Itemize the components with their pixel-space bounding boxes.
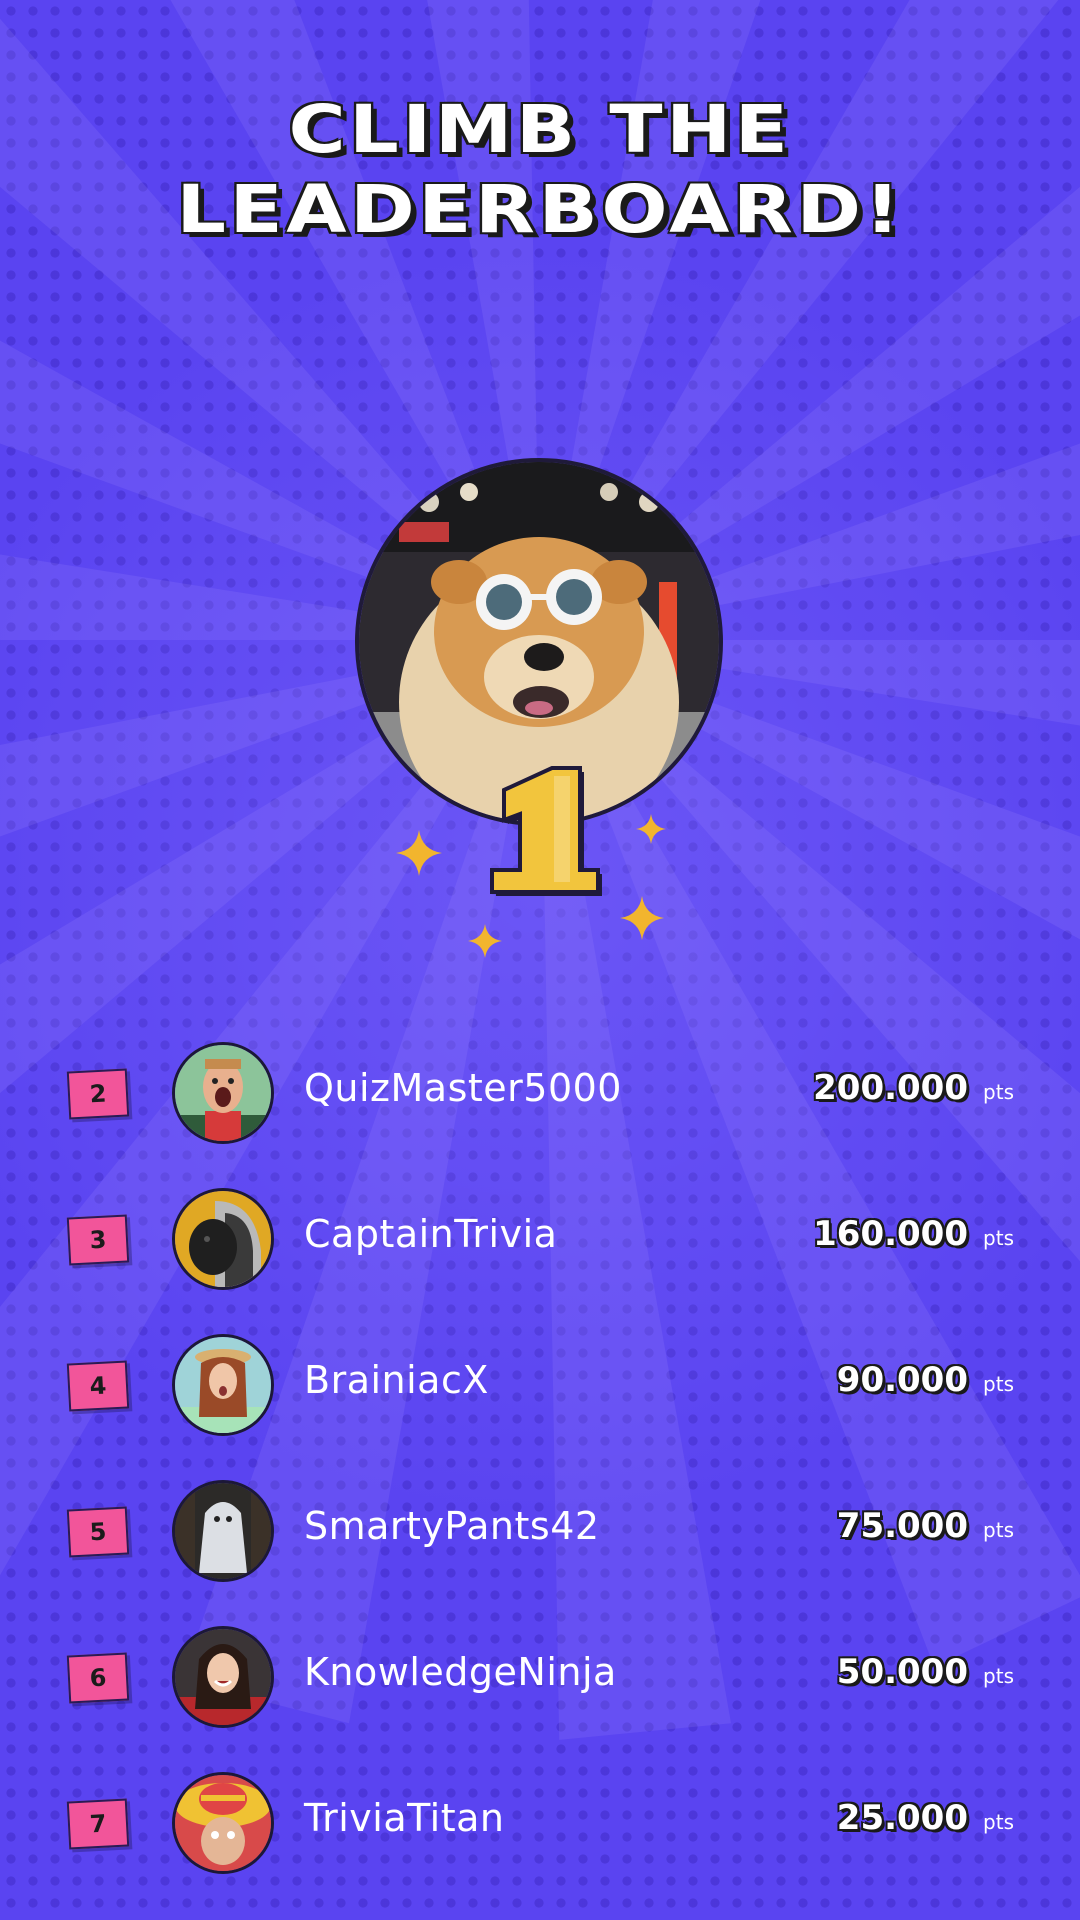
rank-badge: 6 [66,1652,130,1704]
player-score: 25.000 [836,1798,968,1838]
score-unit: pts [983,1080,1014,1104]
leaderboard-row[interactable]: 4 BrainiacX 90.000 pts [0,1332,1080,1442]
sombrero-person-avatar-icon [175,1775,271,1871]
score-unit: pts [983,1810,1014,1834]
leaderboard-row[interactable]: 2 QuizMaster5000 200.000 pts [0,1040,1080,1150]
leaderboard-row[interactable]: 7 TriviaTitan 25.000 pts [0,1770,1080,1880]
title-line-1: CLIMB THE [288,91,792,168]
score-unit: pts [983,1664,1014,1688]
player-avatar[interactable] [172,1626,274,1728]
player-name: KnowledgeNinja [304,1650,617,1694]
player-avatar[interactable] [172,1334,274,1436]
leaderboard-row[interactable]: 3 CaptainTrivia 160.000 pts [0,1186,1080,1296]
player-avatar[interactable] [172,1042,274,1144]
sparkle-icon [620,896,664,940]
score-unit: pts [983,1518,1014,1542]
player-name: CaptainTrivia [304,1212,558,1256]
player-score: 90.000 [836,1360,968,1400]
surprised-man-avatar-icon [175,1045,271,1141]
rank-badge: 5 [66,1506,130,1558]
first-place-number-icon [490,766,602,896]
player-avatar[interactable] [172,1480,274,1582]
player-avatar[interactable] [172,1188,274,1290]
player-name: BrainiacX [304,1358,489,1402]
score-unit: pts [983,1372,1014,1396]
rank-badge: 4 [66,1360,130,1412]
player-name: SmartyPants42 [304,1504,600,1548]
page-title: CLIMB THE LEADERBOARD! [0,90,1080,250]
player-score: 160.000 [813,1214,968,1254]
rank-badge: 3 [66,1214,130,1266]
leaderboard-row[interactable]: 5 SmartyPants42 75.000 pts [0,1478,1080,1588]
smiling-woman-avatar-icon [175,1629,271,1725]
player-name: QuizMaster5000 [304,1066,622,1110]
score-unit: pts [983,1226,1014,1250]
player-score: 200.000 [813,1068,968,1108]
sparkle-icon [468,924,502,958]
rank-badge: 7 [66,1798,130,1850]
player-score: 50.000 [836,1652,968,1692]
title-line-2: LEADERBOARD! [176,171,904,248]
sparkle-icon [396,830,442,876]
leaderboard-row[interactable]: 6 KnowledgeNinja 50.000 pts [0,1624,1080,1734]
sparkle-icon [636,814,666,844]
rank-badge: 2 [66,1068,130,1120]
player-score: 75.000 [836,1506,968,1546]
dog-in-hoodie-avatar-icon [175,1191,271,1287]
player-name: TriviaTitan [304,1796,505,1840]
player-avatar[interactable] [172,1772,274,1874]
ghost-costume-avatar-icon [175,1483,271,1579]
woman-with-hat-avatar-icon [175,1337,271,1433]
